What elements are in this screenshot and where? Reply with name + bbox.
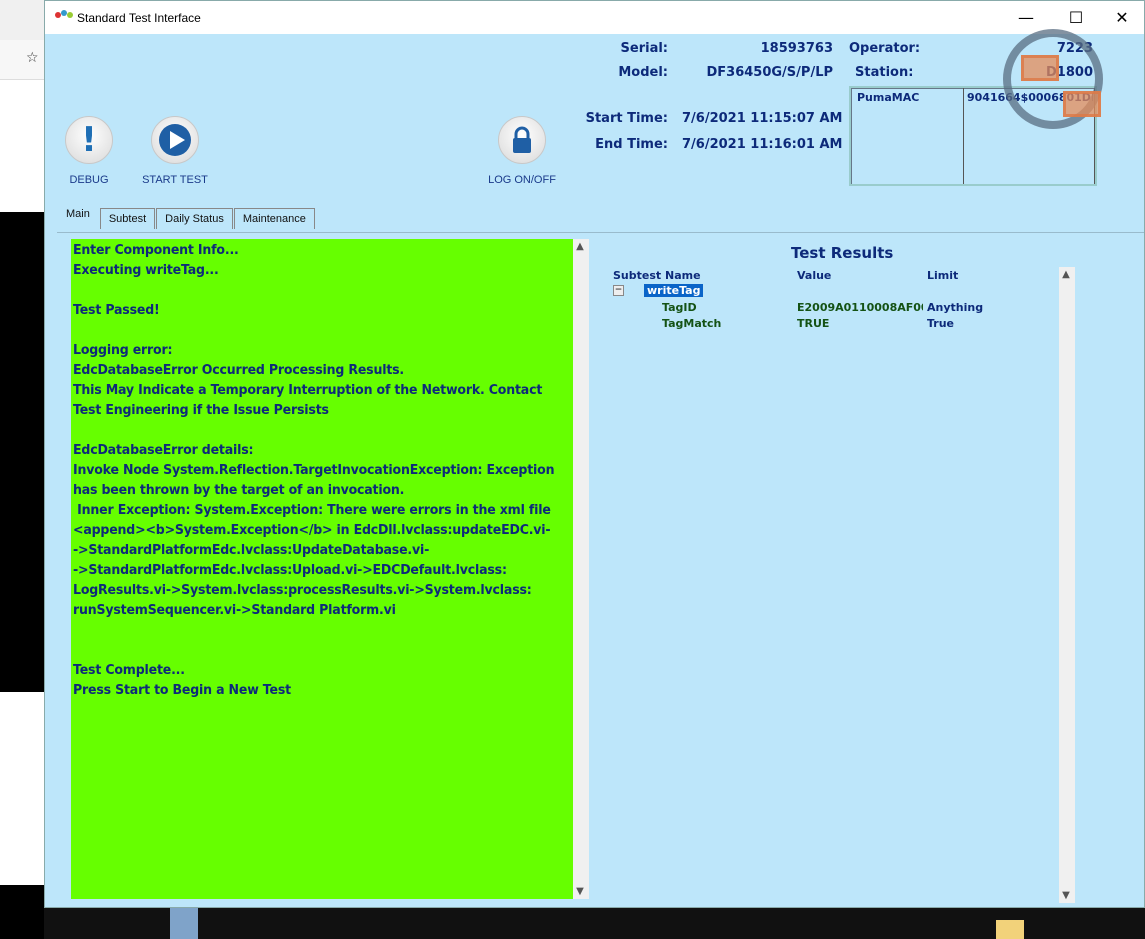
- result-limit: Anything: [927, 301, 984, 314]
- tab-bar: Main Subtest Daily Status Maintenance: [57, 205, 316, 229]
- tab-maintenance[interactable]: Maintenance: [233, 208, 315, 229]
- model-value: DF36450G/S/P/LP: [706, 65, 833, 80]
- serial-value: 18593763: [760, 41, 833, 56]
- end-time-label: End Time:: [595, 137, 668, 152]
- result-name: TagMatch: [662, 317, 722, 330]
- tab-divider: [57, 232, 1144, 233]
- debug-label: DEBUG: [69, 174, 109, 186]
- debug-button[interactable]: ! DEBUG: [63, 116, 115, 186]
- end-time-value: 7/6/2021 11:16:01 AM: [682, 137, 843, 152]
- close-button[interactable]: ✕: [1099, 1, 1145, 34]
- log-line: Enter Component Info...: [73, 242, 239, 258]
- log-line: Invoke Node System.Reflection.TargetInvo…: [73, 462, 555, 478]
- log-line: Test Engineering if the Issue Persists: [73, 402, 329, 418]
- scroll-up-icon[interactable]: ▲: [1059, 269, 1073, 280]
- result-name: TagID: [662, 301, 697, 314]
- scroll-down-icon[interactable]: ▼: [1059, 890, 1073, 901]
- start-time-label: Start Time:: [585, 111, 668, 126]
- log-line: Test Passed!: [73, 302, 160, 318]
- background-window: ☆: [0, 0, 44, 885]
- app-icon: [55, 9, 73, 26]
- tab-main[interactable]: Main: [57, 205, 99, 229]
- title-bar: Standard Test Interface — ☐ ✕: [45, 1, 1144, 34]
- results-scrollbar[interactable]: ▲ ▼: [1059, 267, 1075, 903]
- window-title: Standard Test Interface: [77, 10, 201, 25]
- header-value: Value: [797, 269, 832, 282]
- log-on-off-label: LOG ON/OFF: [488, 174, 556, 186]
- result-value: E2009A0110008AF00C: [797, 301, 923, 314]
- log-line: runSystemSequencer.vi->Standard Platform…: [73, 602, 396, 618]
- result-limit: True: [927, 317, 955, 330]
- log-line: EdcDatabaseError Occurred Processing Res…: [73, 362, 405, 378]
- remote-session-overlay-icon: [1003, 29, 1103, 129]
- serial-label: Serial:: [620, 41, 668, 56]
- favorites-icon[interactable]: ☆: [26, 50, 39, 66]
- model-label: Model:: [618, 65, 668, 80]
- log-line: Inner Exception: System.Exception: There…: [73, 502, 551, 518]
- log-line: Press Start to Begin a New Test: [73, 682, 291, 698]
- log-line: has been thrown by the target of an invo…: [73, 482, 405, 498]
- scroll-down-icon[interactable]: ▼: [573, 886, 587, 897]
- background-toolbar: [0, 0, 44, 40]
- log-line: Test Complete...: [73, 662, 185, 678]
- header-limit: Limit: [927, 269, 959, 282]
- main-window: Standard Test Interface — ☐ ✕ ! DEBUG ST…: [44, 0, 1145, 908]
- mac-key: PumaMAC: [857, 91, 920, 104]
- result-value: TRUE: [797, 317, 830, 330]
- log-line: Logging error:: [73, 342, 173, 358]
- log-line: ->StandardPlatformEdc.lvclass:Upload.vi-…: [73, 562, 507, 578]
- start-test-label: START TEST: [142, 174, 208, 186]
- start-test-button[interactable]: START TEST: [141, 116, 209, 186]
- collapse-icon[interactable]: −: [613, 285, 624, 296]
- operator-label: Operator:: [849, 41, 921, 56]
- background-strip: [170, 908, 198, 939]
- start-time-value: 7/6/2021 11:15:07 AM: [682, 111, 843, 126]
- log-on-off-button[interactable]: LOG ON/OFF: [485, 116, 559, 186]
- lock-icon: [498, 116, 546, 164]
- taskbar-area: [44, 908, 1145, 939]
- log-line: LogResults.vi->System.lvclass:processRes…: [73, 582, 532, 598]
- tree-group-writetag[interactable]: writeTag: [644, 284, 704, 297]
- tab-daily-status[interactable]: Daily Status: [156, 208, 233, 229]
- play-icon: [151, 116, 199, 164]
- test-results-title: Test Results: [791, 244, 894, 262]
- log-line: EdcDatabaseError details:: [73, 442, 254, 458]
- scroll-up-icon[interactable]: ▲: [573, 241, 587, 252]
- log-line: This May Indicate a Temporary Interrupti…: [73, 382, 543, 398]
- log-line: Executing writeTag...: [73, 262, 219, 278]
- log-line: <append><b>System.Exception</b> in EdcDl…: [73, 522, 551, 538]
- tab-subtest[interactable]: Subtest: [99, 208, 156, 229]
- exclamation-icon: !: [65, 116, 113, 164]
- station-label: Station:: [855, 65, 914, 80]
- log-scrollbar[interactable]: ▲ ▼: [573, 239, 589, 899]
- log-output[interactable]: Enter Component Info... Executing writeTa…: [71, 239, 573, 899]
- background-panel: [0, 212, 44, 692]
- header-subtest-name: Subtest Name: [613, 269, 701, 282]
- log-line: ->StandardPlatformEdc.lvclass:UpdateData…: [73, 542, 430, 558]
- folder-icon[interactable]: [996, 920, 1024, 939]
